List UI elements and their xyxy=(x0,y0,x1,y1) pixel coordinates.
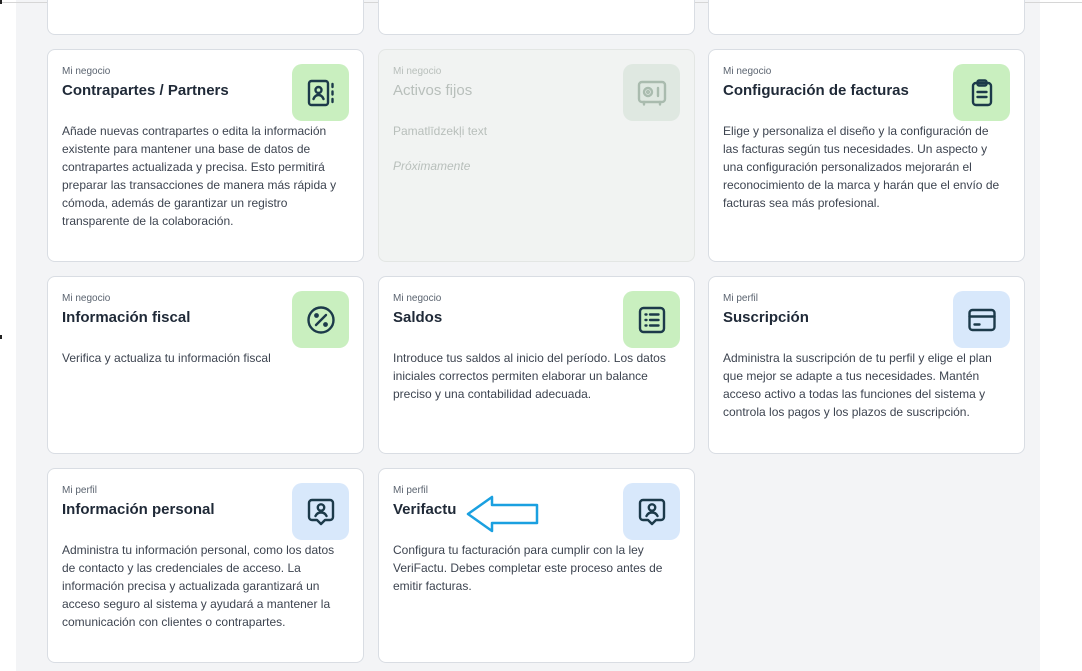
card-description: Administra tu información personal, como… xyxy=(62,543,335,629)
card-partial[interactable] xyxy=(708,0,1025,35)
clipboard-icon xyxy=(953,64,1010,121)
contacts-book-icon xyxy=(292,64,349,121)
card-configuracion-facturas[interactable]: Mi negocio Configuración de facturas Eli… xyxy=(708,49,1025,262)
edge-marker xyxy=(0,0,2,4)
arrow-left-icon xyxy=(466,494,540,534)
card-contrapartes[interactable]: Mi negocio Contrapartes / Partners Añade… xyxy=(47,49,364,262)
card-saldos[interactable]: Mi negocio Saldos Introduce tus saldos a… xyxy=(378,276,695,454)
left-margin xyxy=(0,0,16,671)
card-description: Introduce tus saldos al inicio del perío… xyxy=(393,351,666,401)
card-icon xyxy=(953,291,1010,348)
card-partial[interactable] xyxy=(47,0,364,35)
card-description: Añade nuevas contrapartes o edita la inf… xyxy=(62,124,337,228)
safe-icon xyxy=(623,64,680,121)
card-partial[interactable] xyxy=(378,0,695,35)
card-description: Administra la suscripción de tu perfil y… xyxy=(723,351,992,419)
card-suscripcion[interactable]: Mi perfil Suscripción Administra la susc… xyxy=(708,276,1025,454)
right-margin xyxy=(1040,0,1082,671)
card-description: Elige y personaliza el diseño y la confi… xyxy=(723,124,1000,210)
card-informacion-personal[interactable]: Mi perfil Información personal Administr… xyxy=(47,468,364,663)
card-description: Pamatlīdzekļi text xyxy=(393,124,488,138)
card-informacion-fiscal[interactable]: Mi negocio Información fiscal Verifica y… xyxy=(47,276,364,454)
settings-page: Mi negocio Contrapartes / Partners Añade… xyxy=(0,0,1082,671)
user-badge-icon xyxy=(292,483,349,540)
list-icon xyxy=(623,291,680,348)
card-description: Verifica y actualiza tu información fisc… xyxy=(62,351,271,365)
card-activos-fijos: Mi negocio Activos fijos Pamatlīdzekļi t… xyxy=(378,49,695,262)
percent-icon xyxy=(292,291,349,348)
edge-marker xyxy=(0,335,2,339)
card-description: Configura tu facturación para cumplir co… xyxy=(393,543,663,593)
coming-soon-label: Próximamente xyxy=(393,159,471,173)
user-badge-icon xyxy=(623,483,680,540)
